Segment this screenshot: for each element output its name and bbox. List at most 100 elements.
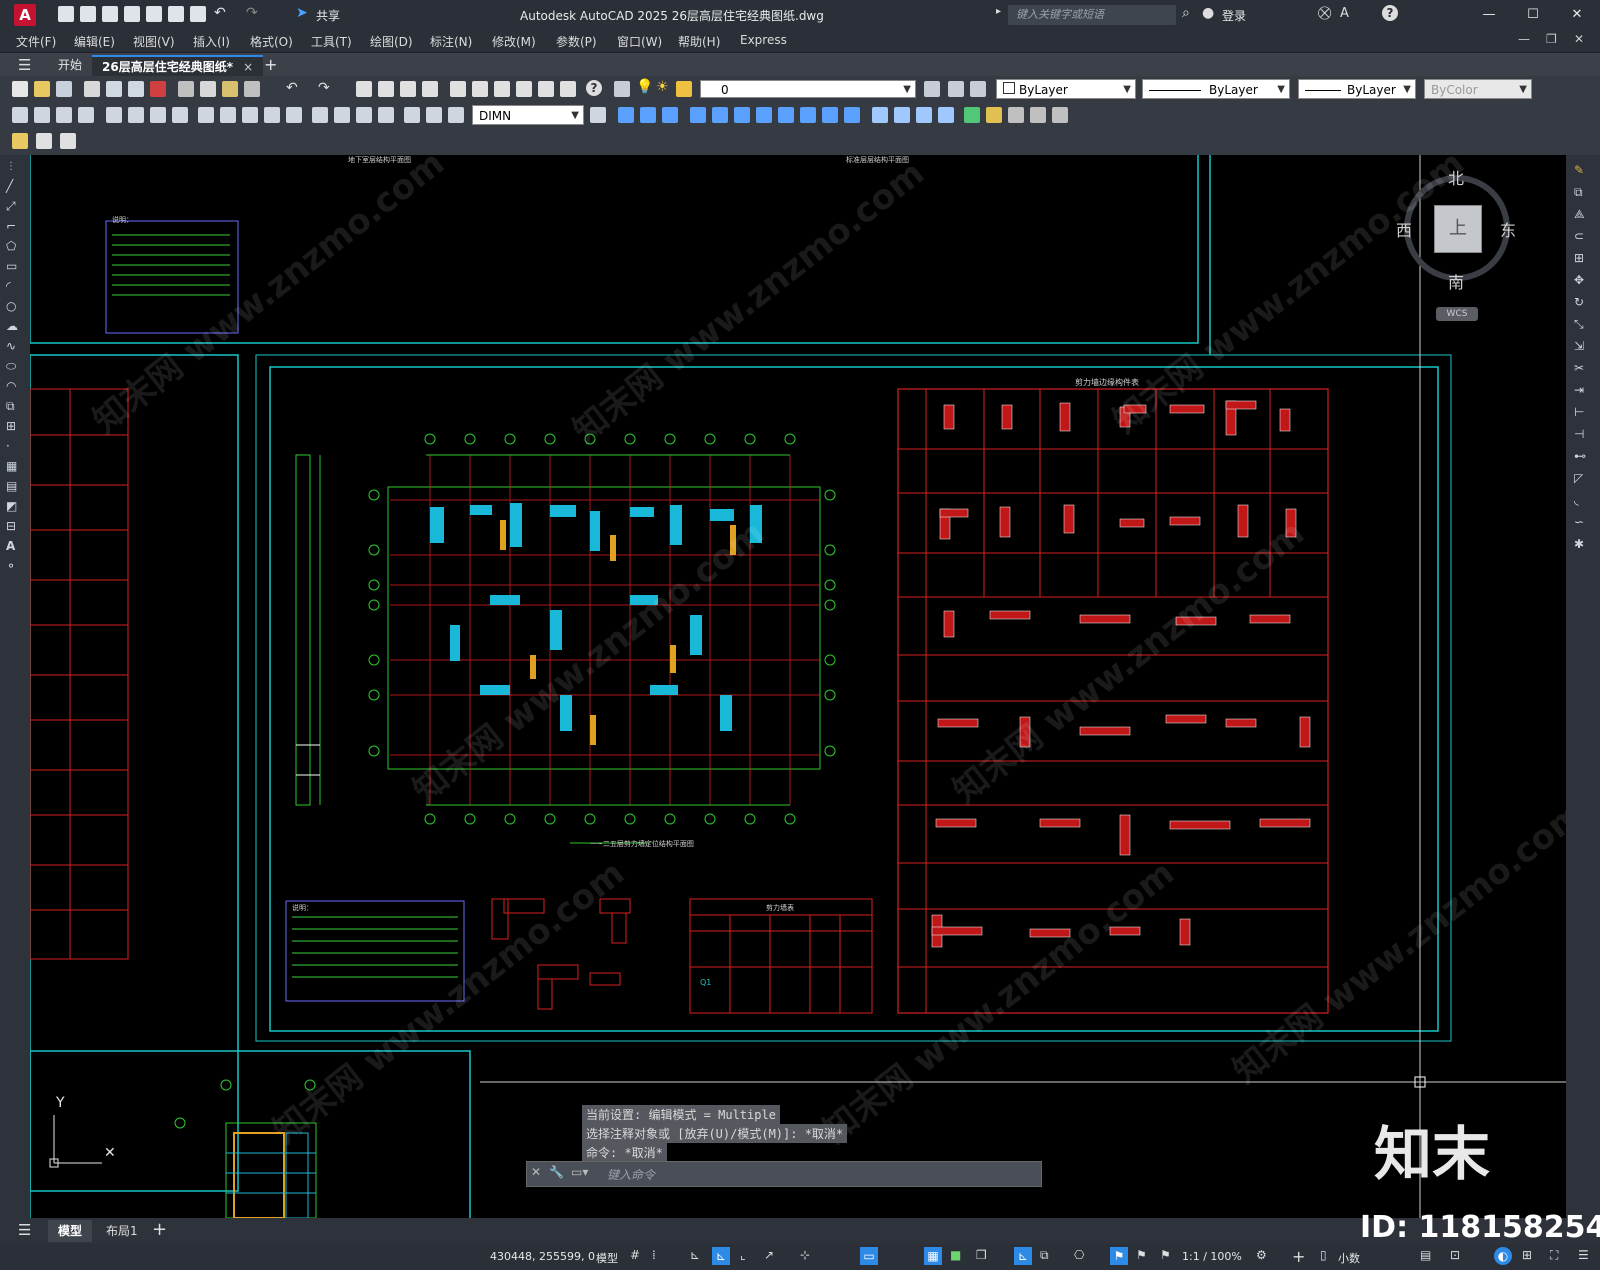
ordinate-dim-icon[interactable] — [78, 107, 94, 123]
insert-block-icon[interactable]: ⧉ — [6, 399, 24, 415]
help-icon[interactable]: ? — [1382, 5, 1398, 21]
polyline-tool-icon[interactable]: ⌐ — [6, 219, 24, 235]
subtract-icon[interactable] — [712, 107, 728, 123]
coordinates-readout[interactable]: 430448, 255599, 0 — [490, 1250, 595, 1263]
open-icon[interactable] — [34, 81, 50, 97]
viewcube-south[interactable]: 南 — [1448, 269, 1464, 293]
aligned-dim-icon[interactable] — [34, 107, 50, 123]
continue-dim-icon[interactable] — [242, 107, 258, 123]
erase-tool-icon[interactable]: ✎ — [1574, 163, 1584, 177]
3d-osnap-icon[interactable]: ❒ — [976, 1248, 987, 1262]
fillet-tool-icon[interactable]: ◟ — [1574, 493, 1579, 507]
3d-cylinder-icon[interactable] — [640, 107, 656, 123]
render-icon[interactable] — [894, 107, 910, 123]
ellipse-tool-icon[interactable]: ⬭ — [6, 359, 24, 375]
plot-icon[interactable] — [190, 6, 206, 22]
ucs-view-icon[interactable] — [1030, 107, 1046, 123]
offset-tool-icon[interactable]: ⊂ — [1574, 229, 1584, 243]
jogged-linear-icon[interactable] — [378, 107, 394, 123]
tab-document[interactable]: 26层高层住宅经典图纸* × — [92, 55, 264, 77]
model-space-toggle[interactable]: 模型 — [596, 1250, 618, 1266]
color-dropdown[interactable]: ByLayer ▼ — [996, 79, 1136, 99]
hamburger-menu-icon[interactable]: ☰ — [18, 56, 31, 74]
dynamic-ucs-icon[interactable]: ⊾ — [1014, 1247, 1032, 1265]
move-tool-icon[interactable]: ✥ — [1574, 273, 1584, 287]
arc-length-icon[interactable] — [56, 107, 72, 123]
menu-insert[interactable]: 插入(I) — [193, 33, 230, 50]
diameter-dim-icon[interactable] — [150, 107, 166, 123]
arc-tool-icon[interactable]: ◜ — [6, 279, 24, 295]
clean-screen-icon[interactable]: ⛶ — [1550, 1248, 1558, 1263]
menu-parametric[interactable]: 参数(P) — [556, 33, 597, 50]
dim-update-icon[interactable] — [448, 107, 464, 123]
dim-text-edit-icon[interactable] — [426, 107, 442, 123]
visual-style-icon[interactable] — [872, 107, 888, 123]
doc-restore-icon[interactable]: ❐ — [1546, 32, 1557, 46]
layer-properties-icon[interactable] — [614, 81, 630, 97]
search-input[interactable]: 键入关键字或短语 — [1008, 5, 1176, 25]
polygon-tool-icon[interactable]: ⬠ — [6, 239, 24, 255]
spline-tool-icon[interactable]: ∿ — [6, 339, 24, 355]
isodraft-icon[interactable]: ⌞ — [740, 1248, 746, 1262]
revolve-icon[interactable] — [800, 107, 816, 123]
calculator-icon[interactable] — [560, 81, 576, 97]
save-as-icon[interactable] — [124, 6, 140, 22]
trim-tool-icon[interactable]: ✂ — [1574, 361, 1584, 375]
lineweight-toggle-icon[interactable]: ▭ — [860, 1247, 878, 1265]
layer-lock-icon[interactable] — [676, 81, 692, 97]
break-tool-icon[interactable]: ⊣ — [1574, 427, 1584, 441]
jogged-dim-icon[interactable] — [128, 107, 144, 123]
quick-dim-icon[interactable] — [198, 107, 214, 123]
units-icon[interactable]: ▯ — [1320, 1248, 1327, 1262]
rotate-tool-icon[interactable]: ↻ — [1574, 295, 1584, 309]
block-editor-icon[interactable] — [36, 133, 52, 149]
sweep-icon[interactable] — [822, 107, 838, 123]
quick-properties-icon[interactable]: ▤ — [1420, 1248, 1431, 1262]
properties-icon[interactable] — [450, 81, 466, 97]
gradient-tool-icon[interactable]: ▤ — [6, 479, 24, 495]
ucs-origin-icon[interactable] — [1008, 107, 1024, 123]
layer-dropdown[interactable]: 0 ▼ — [700, 80, 916, 98]
rectangle-tool-icon[interactable]: ▭ — [6, 259, 24, 275]
region-tool-icon[interactable]: ◩ — [6, 499, 24, 515]
annotation-monitor-icon[interactable]: + — [1292, 1247, 1305, 1266]
attribute-icon[interactable] — [60, 133, 76, 149]
layer-state-icon[interactable] — [970, 81, 986, 97]
copy-icon[interactable] — [200, 81, 216, 97]
layout-menu-icon[interactable]: ☰ — [18, 1221, 31, 1239]
circle-tool-icon[interactable]: ○ — [6, 299, 24, 315]
design-center-icon[interactable] — [472, 81, 488, 97]
linear-dim-icon[interactable] — [12, 107, 28, 123]
dim-space-icon[interactable] — [264, 107, 280, 123]
redo-toolbar-icon[interactable]: ↷ — [318, 80, 330, 96]
copy-tool-icon[interactable]: ⧉ — [1574, 185, 1583, 200]
chamfer-tool-icon[interactable]: ◸ — [1574, 471, 1583, 485]
customization-icon[interactable]: ☰ — [1578, 1248, 1589, 1262]
zoom-previous-icon[interactable] — [422, 81, 438, 97]
autocad-logo-icon[interactable]: A — [14, 4, 36, 26]
tab-model[interactable]: 模型 — [48, 1220, 93, 1242]
materials-icon[interactable] — [916, 107, 932, 123]
share-icon[interactable]: ➤ — [296, 5, 308, 21]
selection-cycling-icon[interactable]: ■ — [950, 1248, 961, 1262]
match-properties-icon[interactable] — [244, 81, 260, 97]
table-tool-icon[interactable]: ⊟ — [6, 519, 24, 535]
dim-edit-icon[interactable] — [404, 107, 420, 123]
linetype-dropdown[interactable]: ByLayer ▼ — [1142, 79, 1290, 99]
stretch-tool-icon[interactable]: ⇲ — [1574, 339, 1584, 353]
publish-icon[interactable] — [128, 81, 144, 97]
make-current-layer-icon[interactable] — [924, 81, 940, 97]
3d-box-icon[interactable] — [618, 107, 634, 123]
baseline-dim-icon[interactable] — [220, 107, 236, 123]
loft-icon[interactable] — [844, 107, 860, 123]
make-block-icon[interactable]: ⊞ — [6, 419, 24, 435]
explode-tool-icon[interactable]: ✱ — [1574, 537, 1584, 551]
hardware-acceleration-icon[interactable]: ⊞ — [1522, 1248, 1532, 1262]
menu-format[interactable]: 格式(O) — [250, 33, 293, 50]
paste-icon[interactable] — [222, 81, 238, 97]
isolate-objects-icon[interactable]: ◐ — [1494, 1247, 1512, 1265]
command-close-icon[interactable]: ✕ — [531, 1165, 541, 1179]
3d-wedge-icon[interactable] — [662, 107, 678, 123]
print-icon[interactable] — [84, 81, 100, 97]
ucs-object-icon[interactable] — [1052, 107, 1068, 123]
